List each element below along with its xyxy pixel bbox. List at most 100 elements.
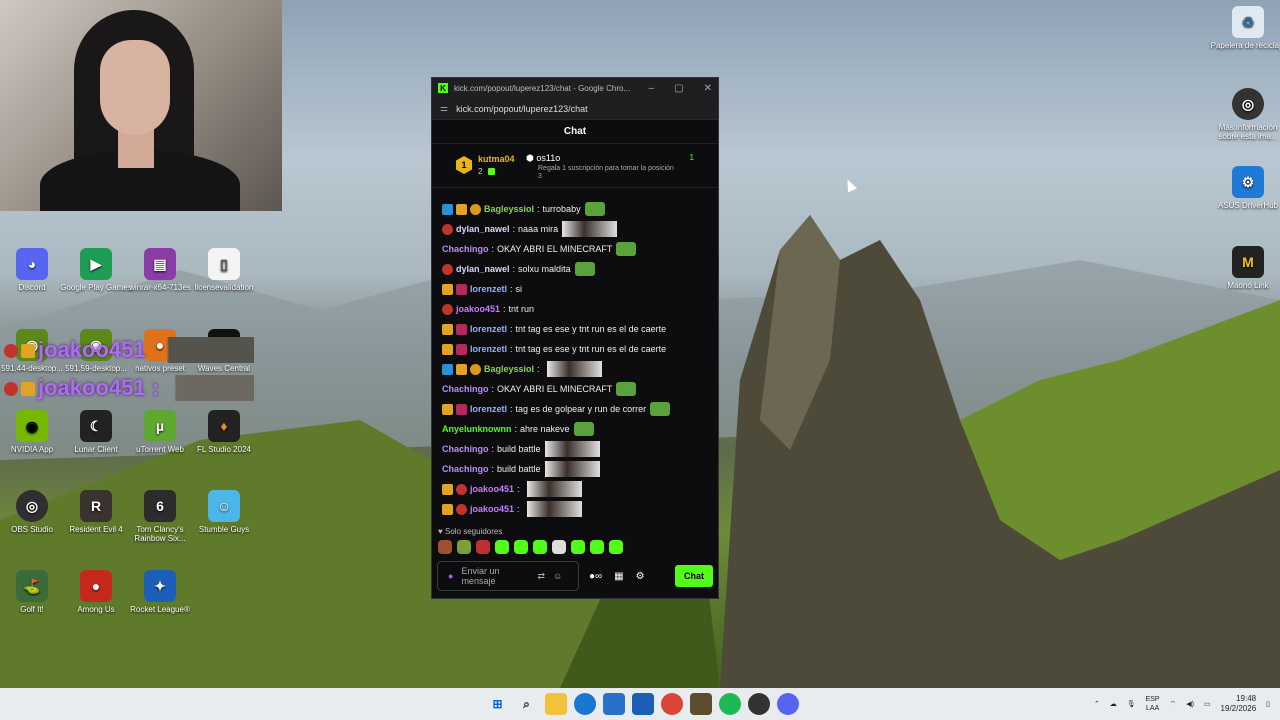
battery-icon[interactable]: ▭ <box>1204 700 1211 708</box>
chat-text: tnt tag es ese y tnt run es el de caerte <box>515 324 667 334</box>
badge-icon <box>470 203 481 215</box>
chrome-icon[interactable] <box>660 693 683 715</box>
asus-driverhub-icon[interactable]: ⚙ ASUS DriverHub <box>1208 166 1280 210</box>
chat-message: Chachingo: OKAY ABRI EL MINECRAFT <box>432 379 718 399</box>
badge-icon <box>442 223 453 235</box>
outlook-icon[interactable] <box>631 693 654 715</box>
chat-username[interactable]: Bagleyssiol <box>484 204 534 214</box>
badge-icon <box>442 263 453 275</box>
badge-icon <box>442 363 453 375</box>
chat-input-row: ● Enviar un mensaje ⇄ ☺ ●∞ ▦ ⚙ Chat <box>437 561 713 591</box>
chat-username[interactable]: joakoo451 <box>470 484 514 494</box>
close-icon[interactable]: ✕ <box>704 83 712 94</box>
wifi-icon[interactable]: ⌔ <box>1170 700 1177 709</box>
maono-link-icon[interactable]: M Maono Link <box>1208 246 1280 290</box>
badge-icon <box>456 343 467 355</box>
url-text: kick.com/popout/luperez123/chat <box>456 103 588 114</box>
translate-icon[interactable]: ⇄ <box>537 571 545 582</box>
chat-message: joakoo451: <box>432 499 718 519</box>
chat-username[interactable]: Chachingo <box>442 464 489 474</box>
badge-icon <box>442 503 453 515</box>
gift-icon <box>488 168 495 175</box>
chat-messages: Bagleyssiol: turrobaby dylan_nawel: naaa mi… <box>432 199 718 519</box>
chat-header: Chat <box>432 120 718 144</box>
chat-username[interactable]: Chachingo <box>442 384 489 394</box>
chat-message: joakoo451: <box>432 479 718 499</box>
chat-username[interactable]: Bagleyssiol <box>484 364 534 374</box>
obs-taskbar-icon[interactable] <box>747 693 770 715</box>
chat-username[interactable]: joakoo451 <box>470 504 514 514</box>
emote-image <box>544 441 600 457</box>
clock[interactable]: 19:48 19/2/2026 <box>1221 694 1257 714</box>
subscriber-message: Regala 1 suscripción para tomar la posic… <box>538 165 674 180</box>
site-info-icon[interactable]: ⚌ <box>440 103 448 114</box>
separator: : <box>517 504 520 514</box>
chat-text: tag es de golpear y run de correr <box>515 404 647 414</box>
address-bar[interactable]: ⚌ kick.com/popout/luperez123/chat <box>432 98 718 120</box>
kick-points-icon[interactable]: ●∞ <box>589 571 602 582</box>
volume-icon[interactable]: ◀) <box>1186 700 1194 708</box>
fl-studio-icon[interactable]: ♦ FL Studio 2024 <box>184 410 264 454</box>
subscriber-name-row: ⬢ os11o <box>526 153 561 163</box>
badge-icon <box>442 283 453 295</box>
chat-message: Chachingo: OKAY ABRI EL MINECRAFT <box>432 239 718 259</box>
chat-message: dylan_nawel: naaa mira <box>432 219 718 239</box>
edge-icon[interactable] <box>573 693 596 715</box>
chevron-up-icon[interactable]: ⌃ <box>1094 700 1100 708</box>
chat-text: OKAY ABRI EL MINECRAFT <box>497 244 613 254</box>
start-button-icon[interactable]: ⊞ <box>487 693 509 715</box>
badge-icon <box>442 203 453 215</box>
chat-text: OKAY ABRI EL MINECRAFT <box>497 384 613 394</box>
chat-message: Anyelunknownn: ahre nakeve <box>432 419 718 439</box>
recycle-bin-icon[interactable]: ♻ Papelera de reciclaje <box>1208 6 1280 50</box>
chat-username[interactable]: lorenzetl <box>470 324 507 334</box>
file-explorer-icon[interactable] <box>544 693 567 715</box>
emote-image <box>584 202 605 216</box>
language-indicator[interactable]: ESP LAA <box>1146 695 1160 713</box>
chat-username[interactable]: Anyelunknownn <box>442 424 512 434</box>
chat-text: build battle <box>497 444 541 454</box>
gifter-count: 2 <box>478 167 483 176</box>
chat-text: ahre nakeve <box>520 424 570 434</box>
chat-message: joakoo451: tnt run <box>432 299 718 319</box>
emoji-icon[interactable]: ☺ <box>553 571 562 581</box>
stumble-guys-icon[interactable]: ☺ Stumble Guys <box>184 490 264 534</box>
message-input[interactable]: ● Enviar un mensaje ⇄ ☺ <box>437 561 579 591</box>
settings-icon[interactable]: ⚙ <box>636 571 645 582</box>
discord-taskbar-icon[interactable] <box>776 693 799 715</box>
store-icon[interactable] <box>602 693 625 715</box>
recent-emotes[interactable] <box>432 539 718 555</box>
license-file-icon[interactable]: ▯ licensevalidation <box>184 248 264 292</box>
notifications-icon[interactable]: ▯ <box>1266 700 1270 708</box>
chat-username[interactable]: lorenzetl <box>470 404 507 414</box>
rocket-league-icon[interactable]: ✦ Rocket League® <box>120 570 200 614</box>
minimize-icon[interactable]: – <box>649 83 655 94</box>
separator: : <box>512 264 516 274</box>
chat-message: lorenzetl: tnt tag es ese y tnt run es el… <box>432 339 718 359</box>
network-icon[interactable]: ☁ <box>1110 700 1117 708</box>
chat-username[interactable]: dylan_nawel <box>456 264 510 274</box>
badge-icon <box>456 403 467 415</box>
chat-text: solxu maldita <box>518 264 571 274</box>
chat-username[interactable]: lorenzetl <box>470 284 507 294</box>
maximize-icon[interactable]: ▢ <box>674 83 683 94</box>
mic-icon[interactable]: ● <box>448 571 453 581</box>
search-icon[interactable]: ⌕ <box>516 693 538 715</box>
badge-icon <box>456 483 467 495</box>
separator: : <box>512 224 516 234</box>
microphone-icon[interactable]: 🎙 <box>1127 700 1136 708</box>
spotify-icon[interactable] <box>718 693 741 715</box>
chat-username[interactable]: joakoo451 <box>456 304 500 314</box>
image-info-icon[interactable]: ◎ Más información sobre esta ima... <box>1208 88 1280 141</box>
chat-username[interactable]: Chachingo <box>442 444 489 454</box>
chat-username[interactable]: dylan_nawel <box>456 224 510 234</box>
badge-icon <box>456 323 467 335</box>
emote-image <box>650 402 671 416</box>
chat-username[interactable]: Chachingo <box>442 244 489 254</box>
separator: : <box>510 324 513 334</box>
gift-store-icon[interactable]: ▦ <box>614 571 623 582</box>
badge-icon <box>470 363 481 375</box>
chat-username[interactable]: lorenzetl <box>470 344 507 354</box>
send-chat-button[interactable]: Chat <box>675 565 713 587</box>
minecraft-icon[interactable] <box>689 693 712 715</box>
